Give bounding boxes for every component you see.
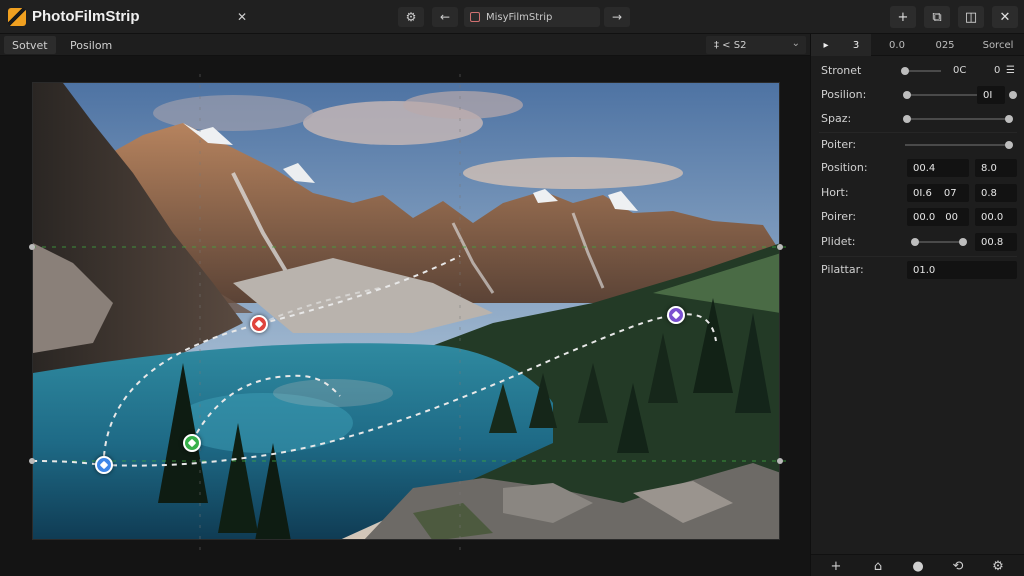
tab-play[interactable]: ▸ (811, 34, 841, 56)
prop-value: 00.0 (913, 211, 936, 223)
window-close-button[interactable]: ✕ (992, 6, 1018, 28)
prop-value: 0C (953, 65, 967, 76)
frame-handle-left-bottom[interactable] (29, 458, 35, 464)
prop-row-position: Position: 00.4 8.0 (811, 156, 1024, 180)
app-logo-icon (8, 8, 26, 26)
prop-value-box[interactable]: 0I (977, 86, 1005, 104)
size-select-value: ‡ < S2 (714, 39, 747, 51)
prop-label: Hort: (821, 186, 849, 199)
prop-row-posilion: Posilion: 0I (811, 83, 1024, 107)
title-bar: PhotoFilmStrip ✕ ⚙ ← MisyFilmStrip → + ⧉… (0, 0, 1024, 34)
close-tab-button[interactable]: ✕ (230, 7, 254, 27)
gear-icon[interactable]: ⚙ (398, 7, 424, 27)
slider-thumb[interactable] (1005, 115, 1013, 123)
back-button[interactable]: ← (432, 7, 458, 27)
prop-value: 07 (943, 187, 957, 199)
menu-tab-sotvet[interactable]: Sotvet (4, 36, 56, 54)
prop-row-poiter: Poiter: (811, 133, 1024, 157)
prop-label: Stronet (821, 64, 862, 77)
menu-bar: Sotvet Posilom ‡ < S2 ⌄ (0, 34, 810, 56)
forward-button[interactable]: → (604, 7, 630, 27)
prop-row-poirer: Poirer: 00.0 00 00.0 (811, 205, 1024, 229)
slider-thumb[interactable] (959, 238, 967, 246)
divider (819, 256, 1017, 257)
plidet-slider[interactable] (911, 238, 967, 246)
prop-label: Spaz: (821, 112, 852, 125)
prop-label: Position: (821, 161, 868, 174)
prop-value: 00 (945, 211, 958, 223)
slider-thumb[interactable] (1005, 141, 1013, 149)
position-y-field[interactable]: 8.0 (975, 159, 1017, 177)
panel-toggle-button[interactable]: ◫ (958, 6, 984, 28)
chevron-down-icon: ⌄ (791, 38, 800, 49)
slider-thumb[interactable] (911, 238, 919, 246)
frame-handle-left-top[interactable] (29, 244, 35, 250)
pilattar-field[interactable]: 01.0 (907, 261, 1017, 279)
prop-label: Pilattar: (821, 263, 864, 276)
layout-button[interactable]: ⧉ (924, 6, 950, 28)
properties-panel: ▸ 3 0.0 025 Sorcel Stronet 0C 0 ☰ Posili… (810, 34, 1024, 576)
record-icon[interactable]: ● (907, 557, 929, 575)
keyframe-blue[interactable] (95, 456, 113, 474)
frame-handle-right-top[interactable] (777, 244, 783, 250)
reset-icon[interactable]: ⟲ (947, 557, 969, 575)
panel-tabs: ▸ 3 0.0 025 Sorcel (811, 34, 1024, 56)
size-select[interactable]: ‡ < S2 ⌄ (706, 36, 806, 54)
panel-footer: + ⌂ ● ⟲ ⚙ (811, 554, 1024, 576)
prop-value: 0I.6 (913, 187, 932, 199)
tab-025[interactable]: 025 (925, 34, 965, 56)
prop-row-pilattar: Pilattar: 01.0 (811, 258, 1024, 282)
keyframe-green[interactable] (183, 434, 201, 452)
film-icon (470, 12, 480, 22)
slider-thumb[interactable] (903, 115, 911, 123)
prop-label: Poirer: (821, 210, 857, 223)
frame-handle-right-bottom[interactable] (777, 458, 783, 464)
poiter-slider[interactable] (905, 141, 1013, 149)
hort-field-2[interactable]: 0.8 (975, 184, 1017, 202)
stronet-slider[interactable] (901, 67, 941, 75)
prop-label: Plidet: (821, 235, 856, 248)
poirer-field-1[interactable]: 00.0 00 (907, 208, 969, 226)
prop-row-hort: Hort: 0I.6 07 0.8 (811, 181, 1024, 205)
project-name-value: MisyFilmStrip (486, 11, 553, 23)
prop-row-spaz: Spaz: (811, 107, 1024, 131)
add-button[interactable]: + (890, 6, 916, 28)
slider-thumb[interactable] (901, 67, 909, 75)
tab-3[interactable]: 3 (841, 34, 871, 56)
menu-tab-posilom[interactable]: Posilom (62, 36, 120, 54)
keyframe-purple[interactable] (667, 306, 685, 324)
canvas-area[interactable] (0, 56, 810, 576)
prop-label: Poiter: (821, 138, 857, 151)
home-icon[interactable]: ⌂ (867, 557, 889, 575)
plidet-field[interactable]: 00.8 (975, 233, 1017, 251)
add-icon[interactable]: + (825, 557, 847, 575)
poirer-field-2[interactable]: 00.0 (975, 208, 1017, 226)
end-handle[interactable] (1009, 91, 1017, 99)
prop-value: 0 (994, 65, 1001, 76)
spaz-slider[interactable] (903, 115, 1013, 123)
slider-thumb[interactable] (903, 91, 911, 99)
menu-icon[interactable]: ☰ (1006, 65, 1015, 76)
app-window: PhotoFilmStrip ✕ ⚙ ← MisyFilmStrip → + ⧉… (0, 0, 1024, 576)
position-x-field[interactable]: 00.4 (907, 159, 969, 177)
keyframe-red[interactable] (250, 315, 268, 333)
hort-field-1[interactable]: 0I.6 07 (907, 184, 969, 202)
prop-row-plidet: Plidet: 00.8 (811, 230, 1024, 254)
tab-sorcel[interactable]: Sorcel (973, 34, 1023, 56)
prop-row-stronet: Stronet 0C 0 ☰ (811, 59, 1024, 83)
project-name-field[interactable]: MisyFilmStrip (464, 7, 600, 27)
tab-zero[interactable]: 0.0 (877, 34, 917, 56)
settings-icon[interactable]: ⚙ (987, 557, 1009, 575)
app-title: PhotoFilmStrip (32, 8, 140, 25)
prop-label: Posilion: (821, 88, 867, 101)
